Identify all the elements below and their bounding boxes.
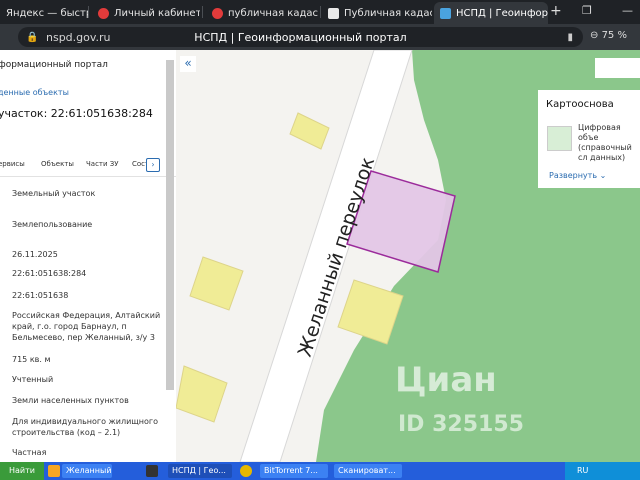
field-land-category: Земли населенных пунктов <box>12 396 129 405</box>
window-minimize-icon[interactable]: — <box>622 4 633 17</box>
address-bar: 🔒 nspd.gov.ru НСПД | Геоинформационный п… <box>0 24 640 50</box>
expand-label: Развернуть <box>549 171 598 180</box>
bookmark-icon[interactable]: ▮ <box>567 32 573 43</box>
tab-yandex[interactable]: Яндекс — быстрый п <box>0 2 88 24</box>
panel-scrollbar[interactable] <box>166 60 174 390</box>
map-icon <box>328 7 339 19</box>
object-info-panel: формационный портал денные объекты участ… <box>0 50 176 462</box>
yandex-search-icon <box>212 7 223 19</box>
tabs-scroll-right-icon[interactable]: › <box>146 158 160 172</box>
tab-label: публичная кадастро <box>228 7 318 19</box>
taskbar-item-bittorrent[interactable]: BitTorrent 7... <box>260 464 328 478</box>
url-domain: nspd.gov.ru <box>46 30 111 44</box>
tab-nspd[interactable]: НСПД | Геоинфор ✕ <box>434 2 548 24</box>
language-indicator[interactable]: RU <box>577 466 588 475</box>
building <box>289 112 330 150</box>
url-field[interactable]: 🔒 nspd.gov.ru НСПД | Геоинформационный п… <box>18 27 583 47</box>
new-tab-icon[interactable]: + <box>550 4 562 18</box>
window-restore-icon[interactable]: ❐ <box>582 4 592 17</box>
browser-tab-strip: Яндекс — быстрый п Личный кабинет - О пу… <box>0 0 640 24</box>
tabs-divider <box>0 176 176 177</box>
tab-label: Публичная кадастро <box>344 7 432 19</box>
tab-services[interactable]: ервисы <box>0 160 25 168</box>
watermark-id: ID 325155 <box>398 412 524 437</box>
basemap-layer-name[interactable]: Цифровая объе (справочный сл данных) <box>578 123 640 163</box>
field-date: 26.11.2025 <box>12 250 58 259</box>
basemap-panel: Картооснова Цифровая объе (справочный сл… <box>538 90 640 188</box>
zoom-level: 75 % <box>601 30 627 41</box>
collapse-panel-button[interactable]: « <box>180 56 196 72</box>
chrome-icon[interactable] <box>240 465 252 477</box>
tab-label: НСПД | Геоинфор <box>456 7 548 19</box>
screen: Яндекс — быстрый п Личный кабинет - О пу… <box>0 0 640 480</box>
field-status: Учтенный <box>12 375 54 384</box>
zoom-icon: ⊖ <box>590 30 602 41</box>
tab-label: Личный кабинет - О <box>114 7 200 19</box>
info-tabs: ервисы Объекты Части ЗУ Сост › <box>0 156 174 174</box>
taskbar-item-scanner[interactable]: Сканироват... <box>334 464 402 478</box>
system-tray: RU <box>565 462 640 480</box>
start-button[interactable]: Найти <box>0 462 44 480</box>
expand-link[interactable]: Развернуть ⌄ <box>549 171 606 180</box>
nspd-icon <box>440 7 451 19</box>
basemap-title: Картооснова <box>546 99 614 110</box>
tab-separator <box>320 6 321 18</box>
field-ownership: Частная <box>12 448 47 457</box>
taskbar-item-image[interactable]: Желанный ... <box>62 464 112 478</box>
zoom-indicator[interactable]: ⊖ 75 % <box>590 30 627 41</box>
field-cadastral-number: 22:61:051638:284 <box>12 269 87 278</box>
field-area: 715 кв. м <box>12 355 51 364</box>
portal-title: формационный портал <box>0 60 108 70</box>
taskbar: Найти Желанный ... НСПД | Гео... BitTorr… <box>0 462 640 480</box>
field-quarter: 22:61:051638 <box>12 291 69 300</box>
chevron-down-icon: ⌄ <box>599 171 607 180</box>
tab-parts[interactable]: Части ЗУ <box>86 160 119 168</box>
field-permitted-use: Для индивидуального жилищного строительс… <box>12 417 159 437</box>
quicklaunch-icon[interactable] <box>48 465 60 477</box>
found-objects-link[interactable]: денные объекты <box>0 88 69 97</box>
map-search-box[interactable] <box>595 58 640 78</box>
cabinet-icon <box>98 7 109 19</box>
tab-separator <box>202 6 203 18</box>
tab-public-map-search[interactable]: публичная кадастро <box>206 2 318 24</box>
tab-public-map[interactable]: Публичная кадастро <box>322 2 432 24</box>
tab-objects[interactable]: Объекты <box>41 160 74 168</box>
tab-separator <box>88 6 89 18</box>
field-subtype: Землепользование <box>12 220 93 229</box>
tab-label: Яндекс — быстрый п <box>6 7 88 19</box>
taskbar-item-browser[interactable]: НСПД | Гео... <box>168 464 232 478</box>
parcel-heading: участок: 22:61:051638:284 <box>0 107 153 120</box>
building <box>176 365 228 423</box>
tab-cabinet[interactable]: Личный кабинет - О <box>92 2 200 24</box>
quicklaunch-icon[interactable] <box>146 465 158 477</box>
field-address: Российская Федерация, Алтайский край, г.… <box>12 311 161 342</box>
field-object-type: Земельный участок <box>12 189 96 198</box>
basemap-thumbnail[interactable] <box>547 126 572 151</box>
watermark: Циан <box>395 360 497 400</box>
lock-icon: 🔒 <box>26 31 39 43</box>
building <box>189 256 244 311</box>
